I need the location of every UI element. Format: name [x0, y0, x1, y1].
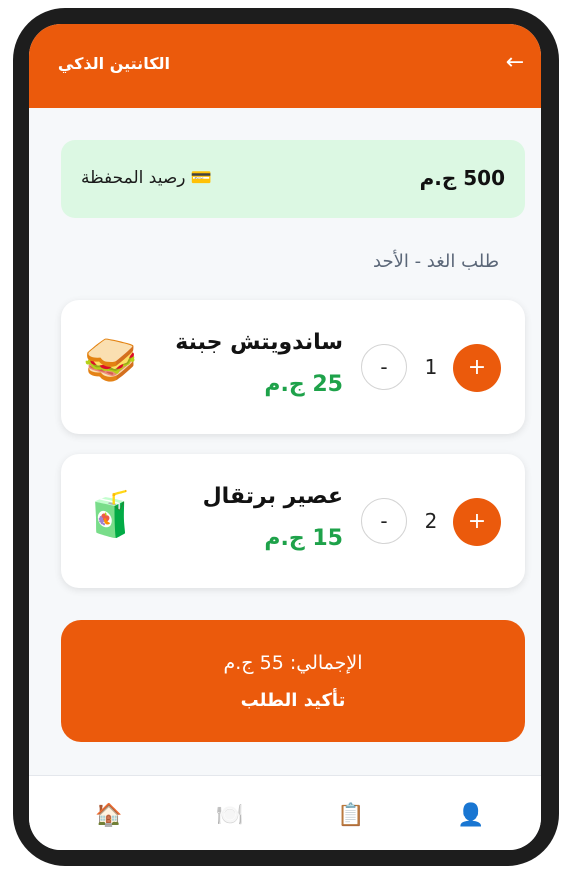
item-price: 15 ج.م — [264, 526, 343, 551]
sandwich-icon: 🥪 — [83, 335, 138, 386]
decrease-quantity-button[interactable]: - — [361, 498, 407, 544]
increase-quantity-button[interactable]: + — [453, 344, 501, 392]
app-header: الكانتين الذكي ← — [29, 24, 541, 108]
confirm-order-button[interactable]: الإجمالي: 55 ج.م تأكيد الطلب — [61, 620, 525, 742]
item-name: ساندويتش جبنة — [175, 330, 343, 355]
wallet-label-text: رصيد المحفظة — [81, 168, 186, 188]
profile-icon[interactable]: 👤 — [453, 798, 489, 834]
app-title: الكانتين الذكي — [57, 54, 170, 73]
wallet-balance-card: 💳 رصيد المحفظة 500 ج.م — [61, 140, 525, 218]
order-total: الإجمالي: 55 ج.م — [223, 652, 363, 674]
increase-quantity-button[interactable]: + — [453, 498, 501, 546]
app-screen: الكانتين الذكي ← 💳 رصيد المحفظة 500 ج.م … — [29, 24, 541, 850]
wallet-balance-value: 500 ج.م — [419, 166, 505, 190]
wallet-label: 💳 رصيد المحفظة — [81, 168, 212, 188]
clipboard-icon[interactable]: 📋 — [333, 798, 369, 834]
back-arrow-icon[interactable]: ← — [501, 49, 529, 77]
home-icon[interactable]: 🏠 — [91, 798, 127, 834]
phone-frame: الكانتين الذكي ← 💳 رصيد المحفظة 500 ج.م … — [13, 8, 559, 866]
decrease-quantity-button[interactable]: - — [361, 344, 407, 390]
order-item-card: 🥪 ساندويتش جبنة 25 ج.م - 1 + — [61, 300, 525, 434]
confirm-order-label: تأكيد الطلب — [240, 690, 346, 711]
item-name: عصير برتقال — [202, 484, 343, 509]
juice-box-icon: 🧃 — [83, 489, 138, 540]
credit-card-icon: 💳 — [190, 168, 213, 188]
bottom-nav: 🏠 🍽️ 📋 👤 — [29, 775, 541, 850]
order-item-card: 🧃 عصير برتقال 15 ج.م - 2 + — [61, 454, 525, 588]
item-quantity: 2 — [424, 509, 438, 533]
plate-icon[interactable]: 🍽️ — [212, 798, 248, 834]
order-title: طلب الغد - الأحد — [373, 251, 500, 272]
item-quantity: 1 — [424, 355, 438, 379]
item-price: 25 ج.م — [264, 372, 343, 397]
